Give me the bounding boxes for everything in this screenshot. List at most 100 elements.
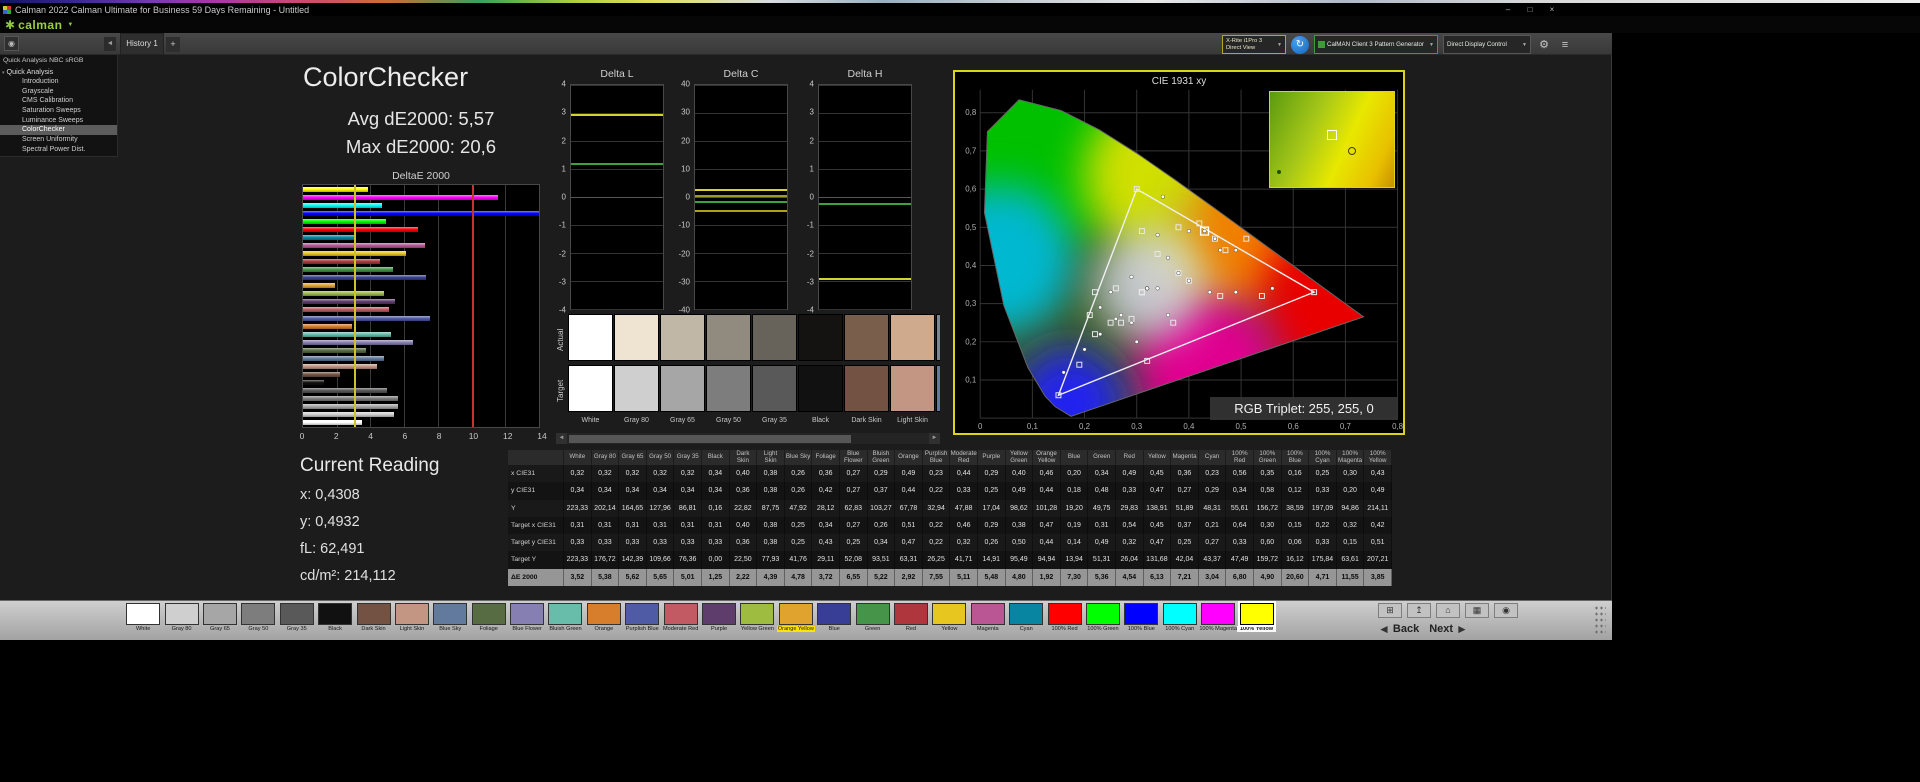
pattern-swatch-cyan[interactable]: Cyan [1007, 602, 1045, 632]
table-cell: 0,60 [1254, 534, 1282, 551]
patch-label: Gray 65 [660, 416, 705, 425]
table-cell: 0,27 [1199, 534, 1227, 551]
actual-swatch [798, 314, 843, 361]
table-cell: 0,32 [564, 465, 592, 482]
table-cell: 47,88 [950, 500, 978, 517]
sidebar-item-introduction[interactable]: Introduction [0, 77, 117, 87]
swatch-label: Dark Skin [354, 626, 392, 632]
table-cell: 38,59 [1282, 500, 1310, 517]
gridline [695, 169, 787, 170]
swatch [126, 603, 160, 625]
meter-sync-button[interactable]: ↻ [1291, 36, 1309, 54]
patch-label: Black [798, 416, 843, 425]
pattern-swatch-magenta[interactable]: Magenta [969, 602, 1007, 632]
pattern-window-icon[interactable]: ⊞ [1378, 603, 1402, 618]
table-cell: 0,27 [1171, 482, 1199, 499]
meter-mode: Direct View [1226, 45, 1275, 52]
sidebar-root-quick-analysis[interactable]: ▾Quick Analysis [0, 66, 117, 77]
sidebar-item-cms-calibration[interactable]: CMS Calibration [0, 96, 117, 106]
swatch [203, 603, 237, 625]
sidebar-item-saturation-sweeps[interactable]: Saturation Sweeps [0, 106, 117, 116]
calman-logo-menu[interactable]: ✱ calman ▼ [5, 18, 73, 32]
scrollbar-thumb[interactable] [569, 435, 851, 443]
axis-tick-label: 0 [810, 193, 814, 202]
pattern-swatch-blue[interactable]: Blue [815, 602, 853, 632]
pattern-swatch-purplish-blue[interactable]: Purplish Blue [623, 602, 661, 632]
menu-icon[interactable]: ≡ [1557, 37, 1573, 53]
sidebar-item-screen-uniformity[interactable]: Screen Uniformity [0, 135, 117, 145]
pattern-swatch-foliage[interactable]: Foliage [470, 602, 508, 632]
settings-gear-icon[interactable]: ⚙ [1536, 37, 1552, 53]
table-cell: 175,84 [1309, 551, 1337, 568]
swatch-label: Gray 80 [162, 626, 200, 632]
scroll-left-arrow[interactable]: ◄ [556, 433, 567, 444]
table-cell: 2,92 [895, 569, 923, 586]
upload-icon[interactable]: ↥ [1407, 603, 1431, 618]
sidebar-item-grayscale[interactable]: Grayscale [0, 87, 117, 97]
pattern-swatch-red[interactable]: Red [892, 602, 930, 632]
pattern-swatch-green[interactable]: Green [853, 602, 891, 632]
table-corner-cell [508, 450, 564, 465]
axis-tick-label: 30 [681, 108, 690, 117]
table-cell: 0,44 [895, 482, 923, 499]
de-bar-100-green [303, 219, 386, 224]
pattern-swatch-yellow-green[interactable]: Yellow Green [738, 602, 776, 632]
pattern-swatch-100-red[interactable]: 100% Red [1045, 602, 1083, 632]
gridline [819, 309, 911, 310]
pattern-swatch-moderate-red[interactable]: Moderate Red [661, 602, 699, 632]
swatch-label: Foliage [470, 626, 508, 632]
pattern-swatch-white[interactable]: White [124, 602, 162, 632]
meter-dropdown[interactable]: X-Rite i1Pro 3 Direct View ▼ [1222, 35, 1286, 54]
minimize-button[interactable]: – [1497, 3, 1519, 16]
swatch-label: Moderate Red [661, 626, 699, 632]
close-button[interactable]: × [1541, 3, 1563, 16]
chart-title: Delta C [694, 68, 788, 80]
scrollbar-track[interactable] [567, 433, 929, 444]
pattern-swatch-100-cyan[interactable]: 100% Cyan [1161, 602, 1199, 632]
pattern-generator-dropdown[interactable]: CalMAN Client 3 Pattern Generator ▼ [1314, 35, 1438, 54]
pattern-swatch-gray-50[interactable]: Gray 50 [239, 602, 277, 632]
table-cell: 0,15 [1282, 517, 1310, 534]
scroll-right-arrow[interactable]: ► [929, 433, 940, 444]
add-tab-button[interactable]: + [166, 37, 180, 52]
pattern-swatch-black[interactable]: Black [316, 602, 354, 632]
resize-grip[interactable] [1594, 605, 1606, 635]
maximize-button[interactable]: □ [1519, 3, 1541, 16]
back-button[interactable]: ◄ Back [1378, 622, 1419, 636]
save-icon[interactable]: ▦ [1465, 603, 1489, 618]
sidebar-item-spectral-power-dist-[interactable]: Spectral Power Dist. [0, 145, 117, 155]
pattern-swatch-100-green[interactable]: 100% Green [1084, 602, 1122, 632]
tab-history-1[interactable]: History 1 [120, 33, 164, 55]
comparison-scrollbar[interactable]: ◄ ► [556, 433, 940, 444]
measured-point-bluish-green [1130, 275, 1134, 279]
pattern-swatch-purple[interactable]: Purple [700, 602, 738, 632]
next-button[interactable]: Next ► [1429, 622, 1468, 636]
sidebar-collapse-button[interactable]: ◄ [104, 37, 116, 51]
table-cell: 0,32 [592, 465, 620, 482]
pattern-swatch-blue-sky[interactable]: Blue Sky [431, 602, 469, 632]
pattern-swatch-gray-80[interactable]: Gray 80 [162, 602, 200, 632]
pattern-swatch-orange-yellow[interactable]: Orange Yellow [777, 602, 815, 632]
display-control-dropdown[interactable]: Direct Display Control ▼ [1443, 35, 1531, 54]
pattern-swatch-yellow[interactable]: Yellow [930, 602, 968, 632]
table-cell: 0,45 [1144, 517, 1172, 534]
axis-tick-label: 0,6 [965, 185, 977, 194]
pattern-swatch-light-skin[interactable]: Light Skin [393, 602, 431, 632]
table-cell: 93,51 [868, 551, 896, 568]
axis-tick-label: -10 [678, 221, 690, 230]
home-icon[interactable]: ⌂ [1436, 603, 1460, 618]
pattern-swatch-100-yellow[interactable]: 100% Yellow [1237, 602, 1275, 632]
sidebar-item-colorchecker[interactable]: ColorChecker [0, 125, 117, 135]
workflow-button[interactable]: ◉ [4, 36, 19, 51]
pattern-swatch-100-blue[interactable]: 100% Blue [1122, 602, 1160, 632]
eye-icon[interactable]: ◉ [1494, 603, 1518, 618]
pattern-swatch-blue-flower[interactable]: Blue Flower [508, 602, 546, 632]
pattern-swatch-dark-skin[interactable]: Dark Skin [354, 602, 392, 632]
pattern-swatch-bluish-green[interactable]: Bluish Green [546, 602, 584, 632]
pattern-swatch-100-magenta[interactable]: 100% Magenta [1199, 602, 1237, 632]
pattern-swatch-gray-65[interactable]: Gray 65 [201, 602, 239, 632]
table-row-target-x-cie31: Target x CIE310,310,310,310,310,310,310,… [508, 517, 1392, 534]
pattern-swatch-orange[interactable]: Orange [585, 602, 623, 632]
pattern-swatch-gray-35[interactable]: Gray 35 [278, 602, 316, 632]
sidebar-item-luminance-sweeps[interactable]: Luminance Sweeps [0, 116, 117, 126]
